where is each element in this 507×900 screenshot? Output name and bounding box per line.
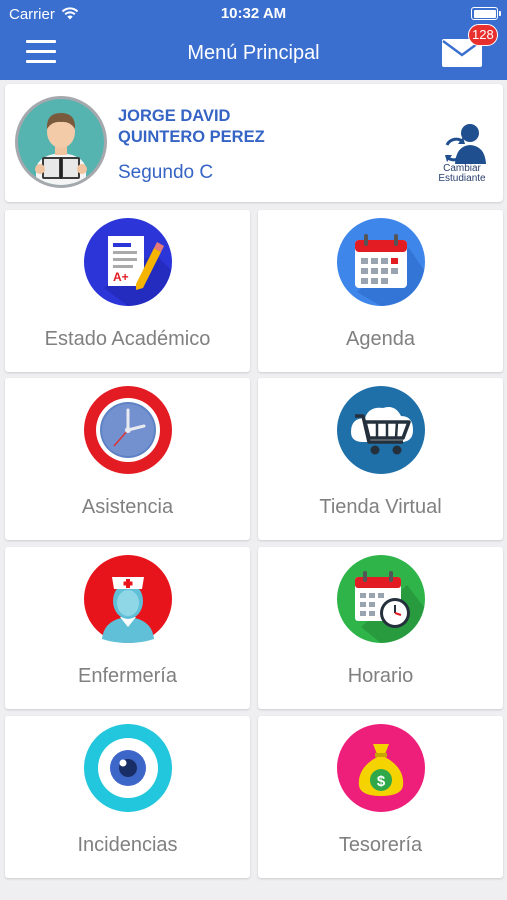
calendar-icon [337,218,425,306]
navigation-bar: Carrier 10:32 AM Menú Principal 128 [0,0,507,80]
unread-badge: 128 [468,24,498,46]
clock: 10:32 AM [220,5,287,22]
schedule-icon [337,555,425,643]
student-name: JORGE DAVID QUINTERO PEREZ [118,106,358,148]
student-avatar [15,96,107,188]
menu-label: Estado Académico [44,328,211,350]
nurse-icon [84,555,172,643]
change-student-label: Cambiar Estudiante [438,163,486,184]
shopping-cart-icon [337,386,425,474]
battery-icon [471,7,501,20]
menu-tile-tesoreria[interactable]: $ Tesorería [258,716,503,878]
menu-tile-incidencias[interactable]: Incidencias [5,716,250,878]
student-first-names: JORGE DAVID [118,107,231,125]
menu-tile-asistencia[interactable]: Asistencia [5,378,250,540]
menu-label: Asistencia [81,496,174,518]
menu-tile-tienda-virtual[interactable]: Tienda Virtual [258,378,503,540]
change-student-button[interactable]: Cambiar Estudiante [427,120,497,186]
menu-label: Tienda Virtual [319,496,442,518]
money-bag-icon: $ [337,724,425,812]
menu-label: Tesorería [338,834,423,856]
menu-label: Agenda [346,328,415,350]
change-student-icon [445,124,486,164]
student-grade: Segundo C [118,162,214,183]
page-title: Menú Principal [187,42,320,64]
report-card-icon: A+ [84,218,172,306]
menu-label: Incidencias [77,834,178,856]
menu-tile-estado-academico[interactable]: A+ Estado Académico [5,210,250,372]
student-last-names: QUINTERO PEREZ [118,128,265,146]
menu-label: Enfermería [78,665,177,687]
student-card: JORGE DAVID QUINTERO PEREZ Segundo C Cam… [5,84,503,202]
menu-tile-horario[interactable]: Horario [258,547,503,709]
menu-tile-agenda[interactable]: Agenda [258,210,503,372]
svg-text:A+: A+ [113,270,129,284]
svg-text:$: $ [377,773,386,790]
eye-icon [84,724,172,812]
clock-icon [84,386,172,474]
menu-tile-enfermeria[interactable]: Enfermería [5,547,250,709]
status-bar: Carrier 10:32 AM [0,0,507,28]
menu-label: Horario [347,665,414,687]
